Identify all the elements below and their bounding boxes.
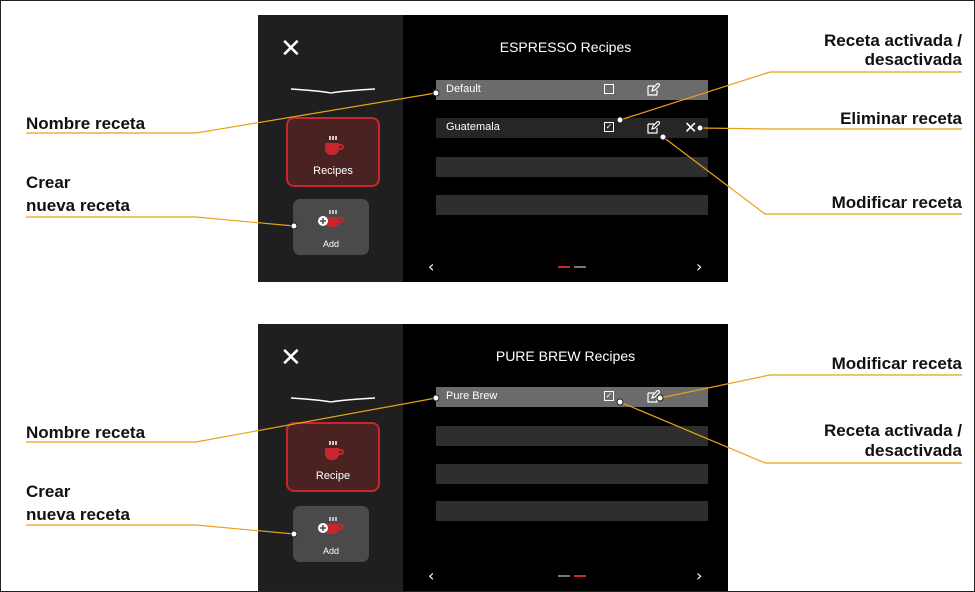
callout-create-line1: Crear	[26, 482, 71, 501]
callout-recipe-name: Nombre receta	[26, 114, 146, 133]
callout-activated-line1: Receta activada /	[824, 31, 962, 50]
callout-leader-lines	[26, 71, 962, 538]
callout-create-line2: nueva receta	[26, 196, 130, 215]
callout-activated-line1: Receta activada /	[824, 421, 962, 440]
callout-create-line2: nueva receta	[26, 505, 130, 524]
callout-modify-recipe: Modificar receta	[831, 193, 962, 212]
callout-modify-recipe: Modificar receta	[831, 354, 962, 373]
callout-delete-recipe: Eliminar receta	[840, 109, 962, 128]
callout-recipe-name: Nombre receta	[26, 423, 146, 442]
callout-activated-line2: desactivada	[864, 50, 962, 69]
callout-create-line1: Crear	[26, 173, 71, 192]
callout-activated-line2: desactivada	[864, 441, 962, 460]
